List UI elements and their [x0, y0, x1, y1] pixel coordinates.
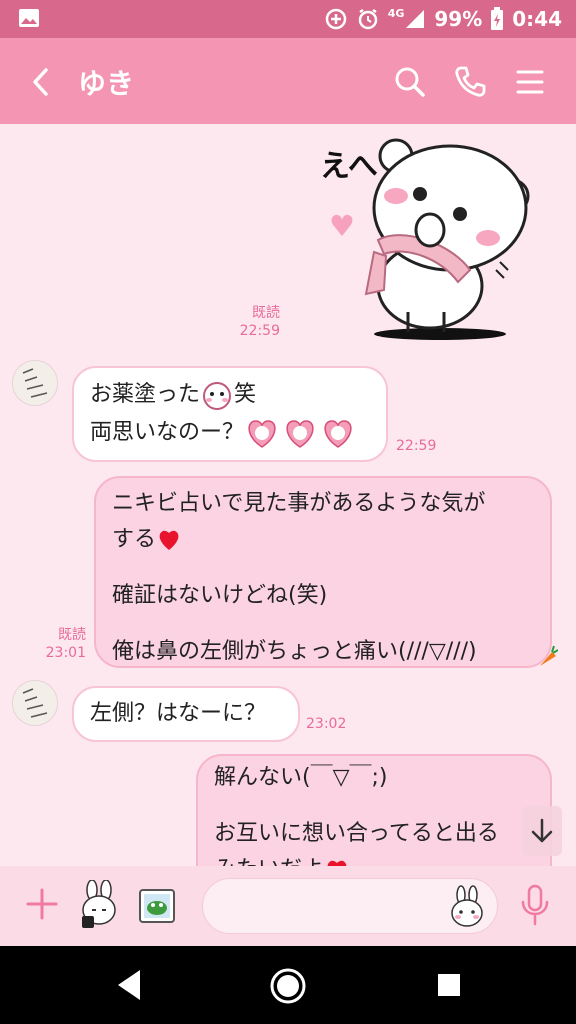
arrow-down-icon [531, 818, 553, 843]
heart-icon [159, 530, 179, 550]
recents-nav-icon[interactable] [436, 972, 462, 998]
bear-sticker[interactable]: えへ [312, 134, 532, 344]
microphone-icon[interactable] [518, 882, 552, 926]
message-line: お互いに想い合ってると出る [214, 821, 499, 846]
message-line: 確証はないけどね(笑) [112, 583, 328, 608]
sticker-text-e: えへ [320, 149, 378, 184]
message-time: 23:01 [45, 645, 86, 661]
clock: 0:44 [512, 7, 562, 31]
home-nav-icon[interactable] [268, 966, 308, 1006]
message-time: 23:02 [306, 716, 347, 732]
message-input[interactable] [202, 878, 498, 934]
read-receipt: 既読 23:01 [40, 626, 86, 662]
message-line: 俺は鼻の左側がちょっと痛い(///▽///) [112, 639, 477, 664]
read-label: 既読 [58, 627, 86, 643]
message-bubble-incoming[interactable]: 左側？はなーに？ [72, 686, 300, 742]
sticker-shop-bunny-icon[interactable] [76, 880, 120, 930]
menu-icon[interactable] [512, 64, 548, 100]
navigation-bar [0, 946, 576, 1024]
heart-bear-emoji-icon [248, 420, 352, 448]
image-icon [19, 9, 39, 27]
phone-icon[interactable] [452, 64, 488, 100]
battery-icon [491, 7, 504, 30]
chat-header: ゆき [0, 38, 576, 124]
data-saver-icon [325, 8, 346, 30]
message-line: 両思いなのー？ [90, 420, 245, 445]
alarm-icon [358, 8, 377, 30]
heart-icon [327, 860, 347, 866]
message-line: みたいだよ [214, 857, 324, 866]
message-bubble-outgoing[interactable]: 解んない(￣▽￣;) お互いに想い合ってると出る みたいだよ [196, 754, 552, 866]
emoji-bunny-icon[interactable] [447, 885, 487, 929]
message-line: する [112, 527, 157, 552]
bear-emoji-icon [203, 382, 232, 410]
chat-title[interactable]: ゆき [78, 62, 134, 102]
read-label: 既読 [252, 305, 280, 321]
avatar[interactable] [12, 680, 58, 726]
input-bar [0, 866, 576, 946]
chat-area[interactable]: えへ 既読 22:59 お薬塗った 笑 両思いなのー？ 22:59 ニキビ占いで見… [0, 124, 576, 866]
message-time: 22:59 [396, 438, 437, 454]
message-bubble-incoming[interactable]: お薬塗った 笑 両思いなのー？ [72, 366, 388, 462]
network-type: 4G [387, 6, 405, 20]
message-line: お薬塗った [90, 382, 201, 407]
read-receipt: 既読 22:59 [236, 304, 280, 340]
message-line: ニキビ占いで見た事があるような気が [112, 491, 486, 516]
message-line: 笑 [234, 382, 257, 407]
battery-percent: 99% [434, 7, 483, 31]
message-line: 左側？はなーに？ [90, 701, 267, 726]
message-time: 22:59 [239, 323, 280, 339]
scroll-to-bottom-button[interactable] [522, 806, 562, 856]
status-bar: 4G 99% 0:44 [0, 0, 576, 38]
carrot-icon [540, 645, 558, 666]
back-icon[interactable] [26, 62, 56, 102]
avatar[interactable] [12, 360, 58, 406]
plus-icon[interactable] [22, 884, 62, 924]
message-bubble-outgoing[interactable]: ニキビ占いで見た事があるような気が する 確証はないけどね(笑) 俺は鼻の左側が… [94, 476, 552, 668]
status-right: 4G 99% 0:44 [324, 0, 562, 38]
message-line: 解んない(￣▽￣;) [214, 765, 388, 790]
gallery-icon[interactable] [138, 886, 178, 926]
signal-icon [406, 10, 425, 28]
search-icon[interactable] [392, 64, 428, 100]
back-nav-icon[interactable] [114, 968, 144, 1002]
